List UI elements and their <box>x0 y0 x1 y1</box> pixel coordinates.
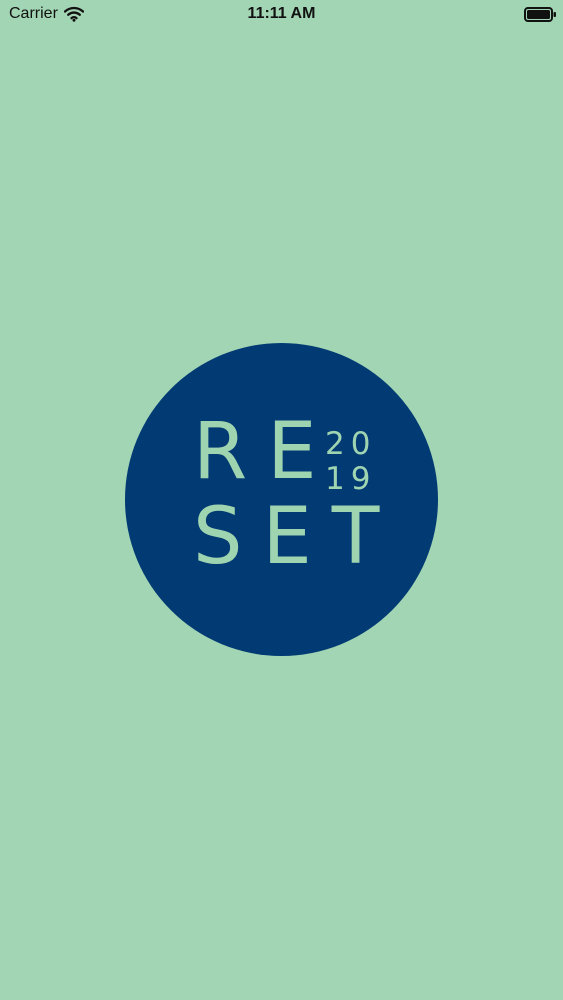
logo-text-set: SET <box>193 492 400 582</box>
logo-year-bottom: 19 <box>325 461 377 497</box>
status-bar: Carrier 11:11 AM <box>0 0 563 30</box>
logo-text-re: RE <box>193 407 337 497</box>
battery-icon <box>524 7 556 22</box>
reset-logo: RE 20 19 SET <box>125 343 438 656</box>
status-time: 11:11 AM <box>247 5 316 22</box>
logo-year-top: 20 <box>325 426 377 462</box>
app-screen: Carrier 11:11 AM RE 20 19 SET <box>0 0 563 1000</box>
